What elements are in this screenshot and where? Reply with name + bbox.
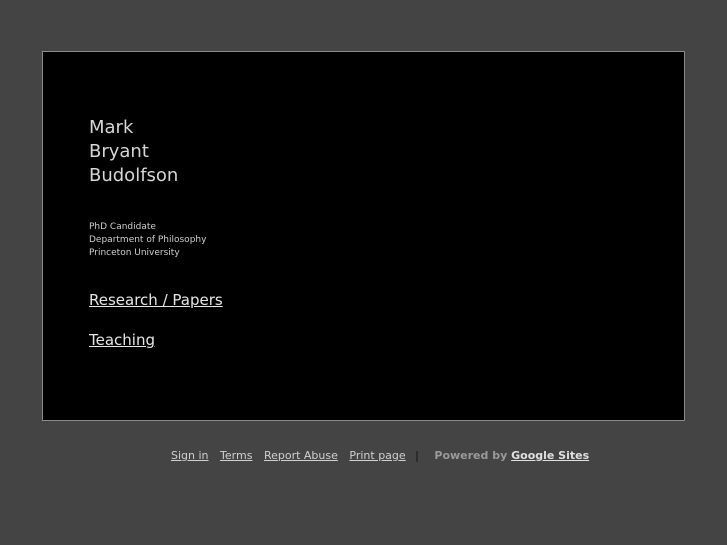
- info-line: Department of Philosophy: [89, 235, 207, 245]
- page-frame: Mark Bryant Budolfson PhD Candidate Depa…: [42, 51, 685, 421]
- footer-separator: |: [415, 449, 419, 462]
- info-line: Princeton University: [89, 248, 180, 258]
- teaching-link[interactable]: Teaching: [89, 331, 223, 349]
- research-papers-link[interactable]: Research / Papers: [89, 291, 223, 309]
- main-content: Mark Bryant Budolfson PhD Candidate Depa…: [89, 116, 223, 349]
- name-line: Mark: [89, 117, 134, 138]
- affiliation: PhD Candidate Department of Philosophy P…: [89, 221, 223, 260]
- name-line: Budolfson: [89, 165, 179, 186]
- footer: Sign in Terms Report Abuse Print page | …: [171, 449, 597, 462]
- google-sites-link[interactable]: Google Sites: [511, 449, 589, 462]
- name-line: Bryant: [89, 141, 149, 162]
- powered-by-label: Powered by: [434, 449, 508, 462]
- site-title: Mark Bryant Budolfson: [89, 116, 223, 188]
- report-abuse-link[interactable]: Report Abuse: [264, 449, 338, 462]
- info-line: PhD Candidate: [89, 222, 156, 232]
- terms-link[interactable]: Terms: [220, 449, 252, 462]
- print-page-link[interactable]: Print page: [349, 449, 405, 462]
- sign-in-link[interactable]: Sign in: [171, 449, 209, 462]
- powered-by: Powered by Google Sites: [434, 449, 597, 462]
